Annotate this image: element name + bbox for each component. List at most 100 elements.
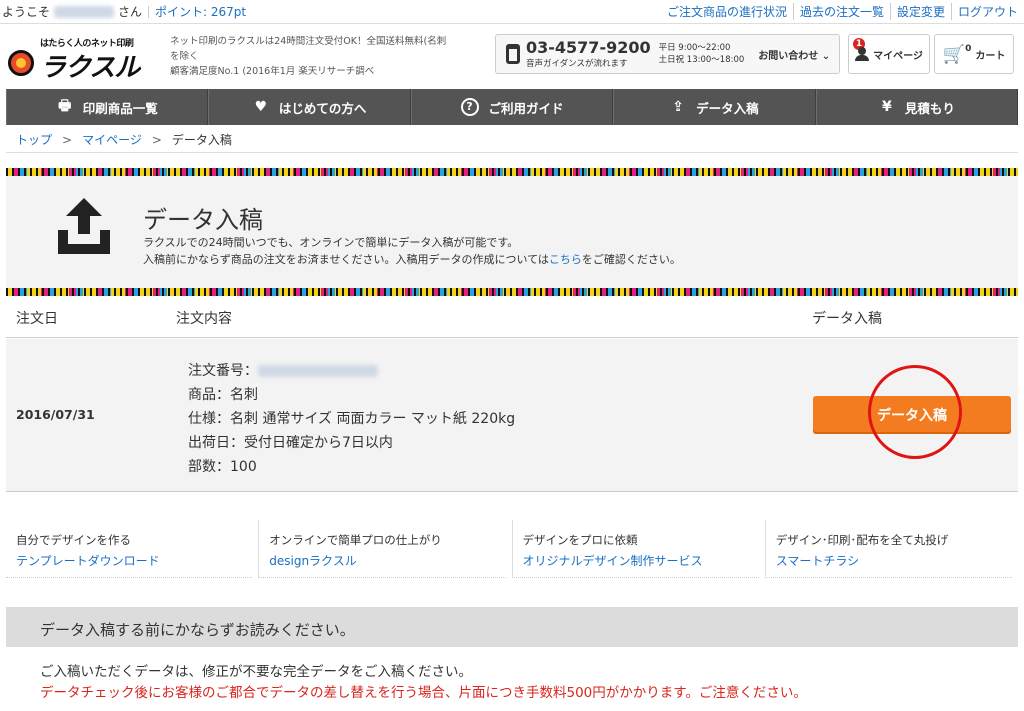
user-icon	[855, 47, 870, 61]
service-title: デザインをプロに依頼	[522, 533, 638, 547]
service-title: オンラインで簡単プロの仕上がり	[269, 533, 442, 547]
question-icon: ?	[460, 98, 479, 116]
service-link[interactable]: designラクスル	[269, 552, 495, 569]
order-progress-link[interactable]: ご注文商品の進行状況	[661, 3, 793, 20]
site-tagline: ネット印刷のラクスルは24時間注文受付OK！全国送料無料(名刺 を除く 顧客満足…	[170, 34, 470, 79]
phone-icon	[506, 44, 520, 64]
order-history-link[interactable]: 過去の注文一覧	[792, 3, 890, 20]
nav-label: ご利用ガイド	[488, 100, 564, 116]
table-row: 2016/07/31 注文番号： 商品：名刺 仕様：名刺 通常サイズ 両面カラー…	[6, 339, 1018, 492]
notice-body: ご入稿いただくデータは、修正が不要な完全データをご入稿ください。 データチェック…	[40, 662, 807, 704]
service-link[interactable]: テンプレートダウンロード	[16, 552, 242, 569]
logout-link[interactable]: ログアウト	[950, 3, 1024, 20]
desc-line: ラクスルでの24時間いつでも、オンラインで簡単にデータ入稿が可能です。	[143, 236, 519, 249]
inquiry-dropdown[interactable]: お問い合わせ ⌄	[758, 47, 830, 62]
cart-count: 0	[965, 43, 972, 54]
nav-label: はじめての方へ	[278, 100, 367, 116]
header-data-upload: データ入稿	[812, 311, 882, 327]
tagline-line: 顧客満足度No.1 (2016年1月 楽天リサーチ調べ	[170, 66, 375, 77]
ship-date: 出荷日：受付日確定から7日以内	[188, 435, 393, 451]
hours-weekday: 平日 9:00〜22:00	[658, 43, 731, 53]
desc-text: をご確認ください。	[581, 253, 681, 266]
breadcrumb-separator: >	[151, 133, 162, 147]
tagline-line: を除く	[170, 51, 199, 62]
header: はたらく人のネット印刷 ラクスル ネット印刷のラクスルは24時間注文受付OK！全…	[0, 24, 1024, 86]
welcome-area: ようこそ さん ポイント: 267pt	[2, 3, 246, 20]
points-link[interactable]: ポイント: 267pt	[155, 3, 246, 20]
nav-data-upload[interactable]: ⇪ データ入稿	[613, 89, 816, 125]
header-order-date: 注文日	[16, 311, 58, 327]
phone-guide: 音声ガイダンスが流れます	[526, 59, 628, 69]
order-date: 2016/07/31	[16, 407, 95, 422]
decorative-band	[6, 288, 1018, 296]
heart-icon: ♥	[254, 99, 268, 115]
guide-link[interactable]: こちら	[549, 253, 582, 266]
hours-weekend: 土日祝 13:00〜18:00	[658, 55, 745, 65]
service-title: デザイン･印刷･配布を全て丸投げ	[775, 533, 949, 547]
breadcrumb-top[interactable]: トップ	[16, 133, 52, 147]
user-name-blurred	[54, 5, 115, 18]
main-nav: 🖶 印刷商品一覧 ♥ はじめての方へ ? ご利用ガイド ⇪ データ入稿 ¥ 見積もり	[6, 89, 1019, 125]
welcome-suffix: さん	[118, 5, 143, 19]
highlight-circle	[868, 365, 962, 459]
raksul-logo[interactable]: はたらく人のネット印刷 ラクスル	[8, 36, 158, 83]
chevron-down-icon: ⌄	[821, 50, 831, 62]
breadcrumb: トップ > マイページ > データ入稿	[16, 131, 232, 148]
nav-label: データ入稿	[696, 100, 759, 116]
specification: 仕様：名刺 通常サイズ 両面カラー マット紙 220kg	[188, 411, 516, 427]
phone-contact-box: 03-4577-9200 音声ガイダンスが流れます 平日 9:00〜22:00 …	[495, 34, 840, 74]
nav-guide[interactable]: ? ご利用ガイド	[410, 89, 614, 125]
order-details: 注文番号： 商品：名刺 仕様：名刺 通常サイズ 両面カラー マット紙 220kg…	[188, 359, 515, 479]
order-number-label: 注文番号：	[188, 363, 258, 379]
tagline-line: ネット印刷のラクスルは24時間注文受付OK！全国送料無料(名刺	[170, 36, 447, 47]
service-link-smart: デザイン･印刷･配布を全て丸投げスマートチラシ	[764, 520, 1012, 578]
upload-icon: ⇪	[672, 99, 685, 115]
nav-label: 見積もり	[904, 100, 955, 116]
phone-hours: 平日 9:00〜22:00 土日祝 13:00〜18:00	[659, 42, 745, 66]
settings-link[interactable]: 設定変更	[889, 3, 951, 20]
logo-wordmark: ラクスル	[40, 53, 140, 83]
logo-mark-icon	[8, 50, 34, 76]
top-bar: ようこそ さん ポイント: 267pt ご注文商品の進行状況 過去の注文一覧 設…	[0, 0, 1024, 24]
nav-label: 印刷商品一覧	[82, 100, 158, 116]
mypage-button[interactable]: 1 マイページ	[848, 34, 930, 74]
welcome-text: ようこそ	[2, 5, 51, 19]
nav-products[interactable]: 🖶 印刷商品一覧	[6, 89, 209, 125]
order-number: 注文番号：	[188, 359, 515, 383]
service-link[interactable]: オリジナルデザイン制作サービス	[523, 552, 749, 569]
breadcrumb-current: データ入稿	[171, 133, 232, 147]
page-description: ラクスルでの24時間いつでも、オンラインで簡単にデータ入稿が可能です。 入稿前に…	[143, 234, 681, 268]
yen-icon: ¥	[881, 99, 892, 115]
header-order-content: 注文内容	[176, 311, 232, 327]
breadcrumb-separator: >	[62, 133, 73, 147]
service-link[interactable]: スマートチラシ	[776, 552, 1002, 569]
breadcrumb-mypage[interactable]: マイページ	[82, 133, 142, 147]
inquiry-label: お問い合わせ	[758, 50, 819, 62]
cart-icon: 🛒0	[942, 43, 972, 65]
quantity: 部数：100	[188, 459, 257, 475]
notice-heading: データ入稿する前にかならずお読みください。	[6, 607, 1018, 647]
desc-line: 入稿前にかならず商品の注文をお済ませください。入稿用データの作成についてはこちら…	[143, 251, 681, 268]
notice-line: ご入稿いただくデータは、修正が不要な完全データをご入稿ください。	[40, 664, 472, 680]
page-title-box: データ入稿 ラクスルでの24時間いつでも、オンラインで簡単にデータ入稿が可能です…	[6, 176, 1018, 288]
account-links: ご注文商品の進行状況 過去の注文一覧 設定変更 ログアウト	[661, 3, 1024, 20]
divider	[6, 152, 1018, 153]
page-title: データ入稿	[143, 206, 263, 234]
order-number-blurred	[258, 365, 378, 377]
printer-icon: 🖶	[58, 98, 72, 114]
decorative-band	[6, 168, 1018, 176]
service-link-template: 自分でデザインを作るテンプレートダウンロード	[6, 520, 253, 578]
service-links: 自分でデザインを作るテンプレートダウンロード オンラインで簡単プロの仕上がり de…	[6, 520, 1018, 578]
notice-warning: データチェック後にお客様のご都合でデータの差し替えを行う場合、片面につき手数料5…	[40, 685, 807, 701]
cart-button[interactable]: 🛒0 カート	[934, 34, 1014, 74]
divider	[148, 5, 150, 18]
mypage-label: マイページ	[873, 50, 923, 62]
service-title: 自分でデザインを作る	[16, 533, 131, 547]
service-link-design: オンラインで簡単プロの仕上がり designラクスル	[258, 520, 506, 578]
cart-label: カート	[975, 50, 1006, 62]
upload-icon	[58, 198, 110, 254]
nav-estimate[interactable]: ¥ 見積もり	[815, 89, 1019, 125]
service-link-original: デザインをプロに依頼オリジナルデザイン制作サービス	[511, 520, 759, 578]
nav-beginners[interactable]: ♥ はじめての方へ	[208, 89, 411, 125]
product: 商品：名刺	[188, 387, 258, 403]
